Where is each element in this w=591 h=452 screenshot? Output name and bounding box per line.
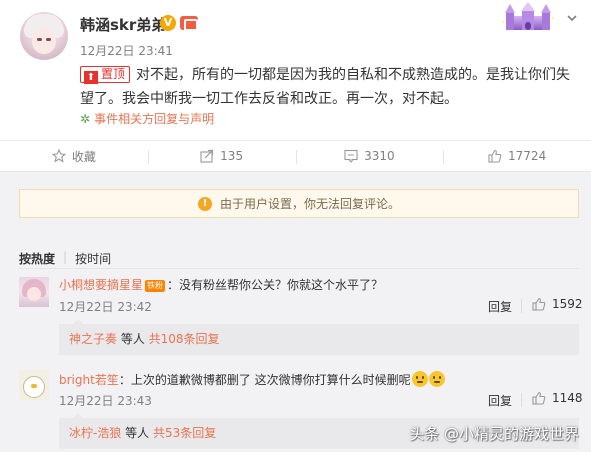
post-content: ⬆ 置顶 对不起，所有的一切都是因为我的自私和不成熟造成的。是我让你们失望了。我会中… — [80, 63, 580, 111]
avatar-beak — [31, 384, 37, 388]
repost-count: 135 — [220, 149, 244, 163]
comment-count: 3310 — [364, 149, 395, 163]
avatar-face — [32, 28, 56, 54]
thumbs-up-icon — [532, 391, 546, 405]
comment-body: ：没有粉丝帮你公关？你就这个水平了？ — [167, 278, 384, 292]
comment-button[interactable]: 3310 — [295, 141, 444, 171]
post-source[interactable]: ✲ 事件相关方回复与声明 — [80, 110, 214, 127]
weibo-post: 韩涵skr弟弟 V 12月22日 23:41 ⬆ 置顶 对不起，所有的一切都是因为我… — [0, 0, 591, 140]
comment-text: 小桐想要摘星星 铁粉 ：没有粉丝帮你公关？你就这个水平了？ — [59, 276, 383, 293]
thumbs-up-icon — [532, 297, 546, 311]
reply-restricted-notice: ! 由于用户设置，你无法回复评论。 — [19, 189, 579, 218]
divider — [19, 268, 579, 269]
emoji-icon — [411, 371, 428, 387]
avatar-eye — [46, 38, 51, 41]
comment-timestamp: 12月22日 23:42 — [59, 300, 152, 314]
subreply-user[interactable]: 冰柠-浩狼 — [69, 426, 121, 440]
comment-body: ：上次的道歉微博都删了 这次微博你打算什么时候删呢 — [118, 373, 411, 387]
post-action-bar: 收藏 135 3310 17724 — [0, 140, 591, 172]
castle-icon[interactable] — [500, 2, 556, 32]
emoji-icon — [428, 371, 445, 387]
comment-timestamp: 12月22日 23:43 — [59, 394, 152, 408]
avatar-face — [27, 287, 41, 301]
favorite-label: 收藏 — [71, 149, 96, 164]
comment-like-button[interactable]: 1148 — [532, 391, 583, 405]
avatar-eye — [37, 38, 42, 41]
comment-like-count: 1592 — [552, 297, 583, 311]
pinned-badge: ⬆ 置顶 — [80, 66, 131, 84]
comment-like-count: 1148 — [552, 391, 583, 405]
chevron-down-icon[interactable] — [566, 12, 578, 24]
level-icon — [180, 16, 198, 31]
post-source-label[interactable]: 事件相关方回复与声明 — [94, 112, 214, 126]
comment-like-button[interactable]: 1592 — [532, 297, 583, 311]
reply-button[interactable]: 回复 — [488, 298, 512, 315]
avatar[interactable] — [19, 370, 49, 400]
vip-icon: V — [160, 15, 176, 31]
sort-by-hot[interactable]: 按热度 — [19, 250, 55, 267]
like-count: 17724 — [508, 149, 547, 163]
commenter-name[interactable]: 小桐想要摘星星 — [59, 278, 143, 292]
pin-icon: ⬆ — [84, 71, 98, 84]
warning-icon: ! — [197, 196, 212, 211]
subreply-summary[interactable]: 神之子奏 等人 共108条回复 — [59, 319, 579, 355]
caret-icon — [73, 319, 83, 324]
post-username[interactable]: 韩涵skr弟弟 — [80, 14, 166, 35]
spark-icon: ✲ — [80, 112, 91, 126]
subreply-mid: 等人 — [121, 426, 153, 440]
like-button[interactable]: 17724 — [443, 141, 591, 171]
reply-button[interactable]: 回复 — [488, 392, 512, 409]
comment-sort-bar: 按热度 | 按时间 — [19, 250, 111, 267]
subreply-user[interactable]: 神之子奏 — [69, 332, 117, 346]
divider — [521, 393, 522, 407]
commenter-name[interactable]: bright若笙 — [59, 373, 119, 387]
watermark: 头条 @小精灵的游戏世界 — [409, 425, 579, 443]
post-timestamp[interactable]: 12月22日 23:41 — [80, 42, 173, 59]
post-text: 对不起，所有的一切都是因为我的自私和不成熟造成的。是我让你们失望了。我会中断我一… — [80, 67, 571, 107]
fan-badge: 铁粉 — [145, 280, 166, 292]
divider — [521, 299, 522, 313]
avatar[interactable] — [20, 12, 68, 60]
thumbs-up-icon — [488, 149, 502, 163]
avatar[interactable] — [19, 277, 49, 307]
pinned-label: 置顶 — [101, 67, 126, 81]
repost-icon — [200, 149, 214, 163]
star-icon — [51, 149, 66, 163]
comment-text: bright若笙：上次的道歉微博都删了 这次微博你打算什么时候删呢 — [59, 371, 445, 388]
repost-button[interactable]: 135 — [147, 141, 296, 171]
caret-icon — [73, 413, 83, 418]
subreply-mid: 等人 — [117, 332, 149, 346]
notice-text: 由于用户设置，你无法回复评论。 — [219, 197, 400, 211]
comment-icon — [344, 149, 358, 163]
subreply-count[interactable]: 共108条回复 — [149, 332, 220, 346]
sort-separator: | — [63, 250, 68, 264]
favorite-button[interactable]: 收藏 — [0, 141, 148, 171]
sort-by-time[interactable]: 按时间 — [75, 250, 111, 267]
subreply-count[interactable]: 共53条回复 — [153, 426, 216, 440]
